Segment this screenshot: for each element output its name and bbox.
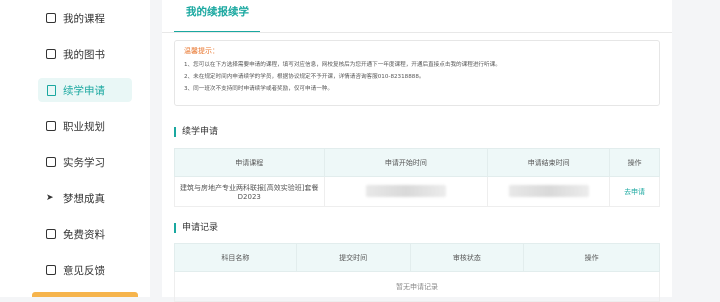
- apply-link[interactable]: 去申请: [624, 188, 645, 196]
- sidebar-item-label: 我的课程: [63, 12, 105, 25]
- sidebar-item-career[interactable]: 职业规划: [38, 114, 132, 138]
- sidebar-item-feedback[interactable]: 意见反馈: [38, 258, 132, 282]
- sidebar-item-label: 意见反馈: [63, 264, 105, 277]
- badge-icon: [46, 121, 56, 131]
- sidebar-item-dream[interactable]: ➤ 梦想成真: [38, 186, 132, 210]
- redacted-end-time: [508, 184, 589, 197]
- sidebar-item-my-books[interactable]: 我的图书: [38, 42, 132, 66]
- course-name: 建筑与房地产专业两科联报[高效实验班]套餐D2023: [174, 176, 325, 207]
- action-cell: 去申请: [609, 176, 660, 207]
- sidebar-item-label: 免费资料: [63, 228, 105, 241]
- sidebar-item-label: 梦想成真: [63, 192, 105, 205]
- notice-box: 温馨提示： 1、您可以在下方选择需要申请的课程，填写对应信息，网校复核后为您开通…: [174, 40, 660, 106]
- table-header: 操作: [609, 148, 660, 177]
- monitor-icon: [46, 157, 56, 167]
- table-header: 审核状态: [409, 243, 525, 272]
- records-section-title: 申请记录: [174, 223, 218, 233]
- sidebar-item-free-materials[interactable]: 免费资料: [38, 222, 132, 246]
- edit-icon: [46, 85, 56, 96]
- table-row: 建筑与房地产专业两科联报[高效实验班]套餐D2023 去申请: [174, 176, 660, 207]
- sidebar-item-label: 我的图书: [63, 48, 105, 61]
- table-header: 申请课程: [174, 148, 325, 177]
- empty-row: 暂无申请记录: [174, 271, 660, 302]
- bookmark-icon: [46, 13, 56, 23]
- sidebar-item-label: 续学申请: [63, 84, 105, 97]
- sidebar-item-label: 实务学习: [63, 156, 105, 169]
- mail-icon: [46, 265, 56, 275]
- notice-title: 温馨提示：: [184, 47, 219, 55]
- notice-line: 3、同一班次不支持同时申请续学或者奖励，仅可申请一种。: [184, 86, 333, 92]
- sidebar-promo-banner[interactable]: [32, 292, 138, 297]
- sidebar-item-practice[interactable]: 实务学习: [38, 150, 132, 174]
- notice-line: 2、未在规定时间内申请续学的学员，根据协议规定不予开课，详情请咨询客服010-8…: [184, 74, 425, 80]
- table-header: 提交时间: [295, 243, 411, 272]
- table-header: 操作: [523, 243, 660, 272]
- records-table: 科目名称 提交时间 审核状态 操作 暂无申请记录: [174, 243, 660, 302]
- end-time: [487, 176, 611, 207]
- plane-icon: ➤: [46, 193, 54, 203]
- tab-renewal[interactable]: 我的续报续学: [186, 4, 249, 19]
- empty-message: 暂无申请记录: [174, 271, 660, 302]
- sidebar: 我的课程 我的图书 续学申请 职业规划 实务学习 ➤ 梦想成真 免费资料 意见反…: [0, 0, 150, 297]
- main-panel: 我的续报续学 温馨提示： 1、您可以在下方选择需要申请的课程，填写对应信息，网校…: [150, 0, 672, 302]
- folder-icon: [46, 229, 56, 239]
- start-time: [323, 176, 489, 207]
- sidebar-item-label: 职业规划: [63, 120, 105, 133]
- table-header: 申请开始时间: [323, 148, 489, 177]
- tab-divider: [162, 32, 672, 33]
- table-header: 科目名称: [174, 243, 297, 272]
- table-header: 申请结束时间: [487, 148, 611, 177]
- redacted-start-time: [365, 184, 446, 197]
- notice-line: 1、您可以在下方选择需要申请的课程，填写对应信息，网校复核后为您开通下一年度课程…: [184, 62, 501, 68]
- apply-table: 申请课程 申请开始时间 申请结束时间 操作 建筑与房地产专业两科联报[高效实验班…: [174, 148, 660, 207]
- sidebar-item-my-courses[interactable]: 我的课程: [38, 6, 132, 30]
- apply-section-title: 续学申请: [174, 127, 218, 137]
- sidebar-item-renewal[interactable]: 续学申请: [38, 78, 132, 102]
- book-icon: [46, 49, 56, 59]
